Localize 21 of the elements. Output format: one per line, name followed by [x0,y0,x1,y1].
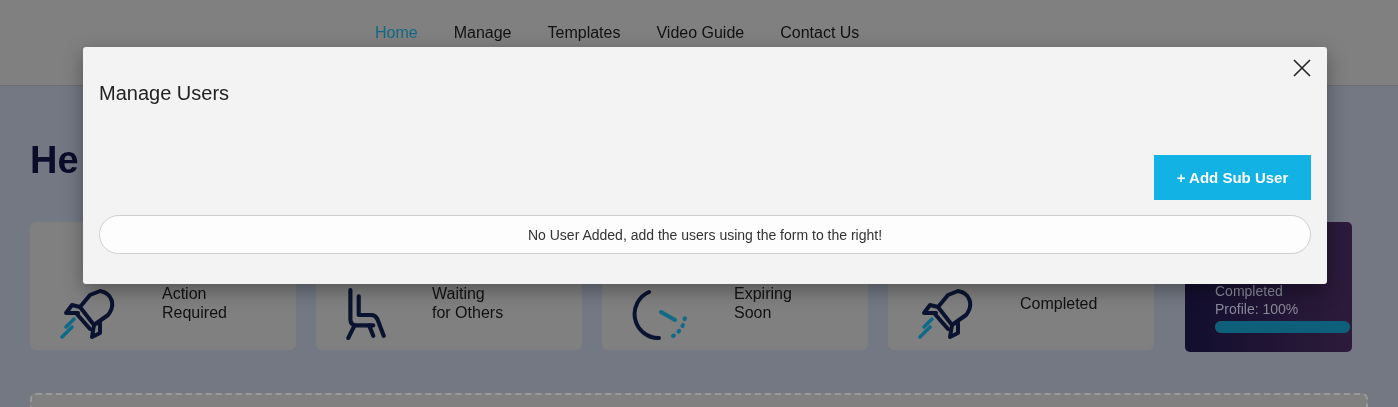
empty-message: No User Added, add the users using the form to the right! [99,215,1311,254]
modal-title: Manage Users [99,81,230,105]
rocket-icon [60,288,116,340]
card-label: Required [162,303,227,322]
add-sub-user-button[interactable]: + Add Sub User [1154,155,1311,200]
rocket-icon [918,288,974,340]
nav-link[interactable]: Video Guide [656,24,745,42]
nav-link[interactable]: Templates [547,24,621,42]
card-label: Expiring [734,284,792,303]
card-label: Action [162,284,208,303]
card-label: Waiting [432,284,486,303]
page-heading: He [30,138,79,182]
card-label: Soon [734,303,773,322]
clock-icon [632,288,688,340]
profile-label: Profile: 100% [1215,299,1300,318]
card-label: Completed [1020,293,1098,313]
nav-link[interactable]: Contact Us [780,24,860,42]
seated-figure-icon [346,288,386,340]
nav-link[interactable]: Manage [453,24,512,42]
card-label: for Others [432,303,504,322]
profile-label: Completed [1215,281,1284,300]
